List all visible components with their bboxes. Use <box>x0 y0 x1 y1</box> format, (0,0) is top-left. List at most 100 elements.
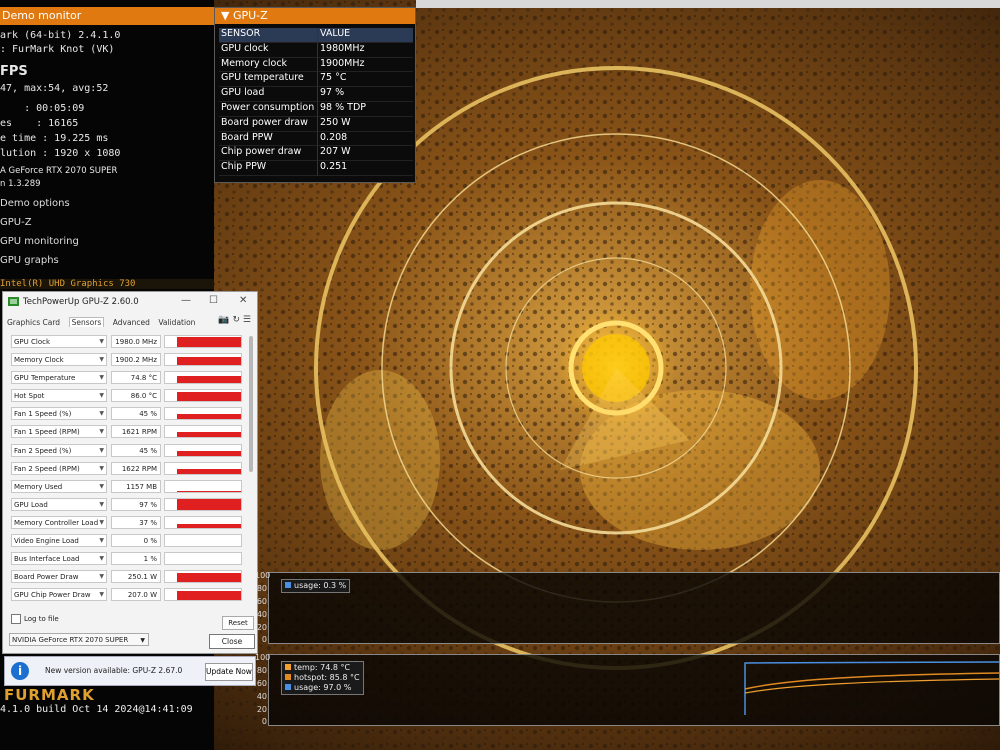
tab-advanced[interactable]: Advanced <box>113 318 150 327</box>
sensor-scrollbar[interactable] <box>249 336 253 472</box>
frame-time: e time : 19.225 ms <box>0 133 109 144</box>
tab-validation[interactable]: Validation <box>158 318 195 327</box>
app-version-line: ark (64-bit) 2.4.1.0 <box>0 30 121 41</box>
sensor-graph-fill <box>177 490 241 492</box>
sensor-row: GPU Clock ▼ 1980.0 MHz <box>11 333 247 351</box>
sensor-name: GPU Chip Power Draw <box>14 591 91 600</box>
sensor-value: 1980.0 MHz <box>111 335 161 348</box>
api-version-line: n 1.3.289 <box>0 179 41 189</box>
sensor-name-dropdown[interactable]: Fan 1 Speed (RPM) ▼ <box>11 425 107 439</box>
chevron-down-icon: ▼ <box>99 573 104 581</box>
sensor-name-dropdown[interactable]: Hot Spot ▼ <box>11 389 107 403</box>
sensor-value: 1621 RPM <box>111 425 161 439</box>
legend-swatch <box>285 674 291 680</box>
overlay-value: 0.208 <box>317 131 413 147</box>
gpuz-overlay-panel: ▼ GPU-Z SENSOR VALUE GPU clock 1980MHz Me… <box>214 7 416 183</box>
window-tool-icons: 📷 ↻ ☰ <box>218 315 251 325</box>
menu-demo-options[interactable]: Demo options <box>0 198 70 209</box>
sensor-name: Fan 2 Speed (%) <box>14 446 72 455</box>
sensor-graph <box>164 443 242 457</box>
tab-sensors[interactable]: Sensors <box>68 317 105 327</box>
sensor-name: Board Power Draw <box>14 573 79 582</box>
sensor-graph-fill <box>177 337 241 347</box>
menu-gpu-z[interactable]: GPU-Z <box>0 217 32 228</box>
chevron-down-icon: ▼ <box>99 446 104 454</box>
legend-swatch <box>285 684 291 690</box>
chevron-down-icon: ▼ <box>99 500 104 508</box>
sensor-name-dropdown[interactable]: Memory Clock ▼ <box>11 353 107 367</box>
legend-label: usage: 0.3 % <box>294 581 347 590</box>
sensor-name-dropdown[interactable]: Memory Controller Load ▼ <box>11 515 107 529</box>
sensor-graph <box>164 552 242 566</box>
sensor-graph <box>164 335 242 348</box>
sensor-name-dropdown[interactable]: Fan 2 Speed (%) ▼ <box>11 443 107 457</box>
gpuz-overlay-table: SENSOR VALUE GPU clock 1980MHz Memory clo… <box>219 28 413 176</box>
sensor-value: 86.0 °C <box>111 389 161 403</box>
legend-item: hotspot: 85.8 °C <box>285 673 360 683</box>
sensor-graph <box>164 407 242 421</box>
sensor-name-dropdown[interactable]: Memory Used ▼ <box>11 479 107 493</box>
overlay-row: GPU temperature 75 °C <box>219 72 413 88</box>
sensor-name-dropdown[interactable]: Fan 2 Speed (RPM) ▼ <box>11 461 107 475</box>
menu-gpu-graphs[interactable]: GPU graphs <box>0 255 59 266</box>
menu-gpu-monitoring[interactable]: GPU monitoring <box>0 236 79 247</box>
camera-icon[interactable]: 📷 <box>218 315 229 325</box>
chevron-down-icon: ▼ <box>99 482 104 490</box>
sensor-list: GPU Clock ▼ 1980.0 MHz Memory Clock ▼ 1900.2 … <box>11 333 247 604</box>
sensor-row: Fan 2 Speed (%) ▼ 45 % <box>11 442 247 460</box>
reset-button[interactable]: Reset <box>222 616 254 630</box>
close-window-icon[interactable]: ✕ <box>239 295 247 306</box>
update-now-button[interactable]: Update Now <box>205 663 253 681</box>
demo-monitor-title[interactable]: Demo monitor <box>0 7 214 25</box>
collapse-triangle-icon[interactable]: ▼ <box>221 9 233 22</box>
elapsed-time: : 00:05:09 <box>0 103 85 114</box>
sensor-value: 207.0 W <box>111 588 161 602</box>
sensor-name-dropdown[interactable]: Video Engine Load ▼ <box>11 534 107 548</box>
chevron-down-icon: ▼ <box>99 555 104 563</box>
overlay-sensor: Chip power draw <box>219 146 317 162</box>
window-tabs: Graphics Card Sensors Advanced Validatio… <box>7 317 201 331</box>
sensor-graph-fill <box>177 523 241 528</box>
sensor-name-dropdown[interactable]: GPU Temperature ▼ <box>11 371 107 385</box>
tab-graphics-card[interactable]: Graphics Card <box>7 318 60 327</box>
chevron-down-icon: ▼ <box>99 338 104 345</box>
overlay-row: Memory clock 1900MHz <box>219 57 413 73</box>
gpu-select-dropdown[interactable]: NVIDIA GeForce RTX 2070 SUPER ▼ <box>9 633 149 646</box>
y-tick-label: 0 <box>261 635 267 644</box>
sensor-graph-fill <box>177 376 241 384</box>
sensor-name-dropdown[interactable]: Bus Interface Load ▼ <box>11 552 107 566</box>
sensor-row: Video Engine Load ▼ 0 % <box>11 532 247 550</box>
sensor-value: 1622 RPM <box>111 461 161 475</box>
y-tick-label: 100 <box>255 653 271 662</box>
log-to-file-checkbox[interactable] <box>11 614 21 624</box>
y-tick-label: 20 <box>256 623 267 632</box>
menu-icon[interactable]: ☰ <box>243 315 251 325</box>
sensor-name-dropdown[interactable]: Fan 1 Speed (%) ▼ <box>11 407 107 421</box>
maximize-icon[interactable]: ☐ <box>209 295 218 306</box>
sensor-graph <box>164 588 242 602</box>
overlay-row: Power consumption 98 % TDP <box>219 101 413 117</box>
close-button[interactable]: Close <box>209 634 255 649</box>
overlay-sensor: Power consumption <box>219 102 317 117</box>
sensor-name-dropdown[interactable]: GPU Chip Power Draw ▼ <box>11 588 107 602</box>
window-titlebar[interactable]: TechPowerUp GPU-Z 2.60.0 — ☐ ✕ <box>3 292 257 312</box>
overlay-value: 0.251 <box>317 161 413 176</box>
chevron-down-icon: ▼ <box>99 374 104 382</box>
overlay-value: 1900MHz <box>317 57 413 73</box>
minimize-icon[interactable]: — <box>181 295 191 306</box>
gpuz-overlay-title[interactable]: ▼ GPU-Z <box>215 8 415 24</box>
sensor-name-dropdown[interactable]: GPU Clock ▼ <box>11 335 107 348</box>
gpuz-overlay-title-text: GPU-Z <box>232 9 268 22</box>
log-to-file-row[interactable]: Log to file <box>11 614 59 624</box>
sensor-name: Memory Controller Load <box>14 518 99 527</box>
overlay-row: Chip PPW 0.251 <box>219 161 413 176</box>
overlay-sensor: Chip PPW <box>219 161 317 176</box>
sensor-name-dropdown[interactable]: Board Power Draw ▼ <box>11 570 107 584</box>
sensor-name-dropdown[interactable]: GPU Load ▼ <box>11 497 107 511</box>
legend-swatch <box>285 664 291 670</box>
overlay-sensor: Board power draw <box>219 117 317 132</box>
overlay-header-row: SENSOR VALUE <box>219 28 413 43</box>
hotspot-series-line <box>744 672 999 690</box>
refresh-icon[interactable]: ↻ <box>233 315 241 325</box>
legend-item: usage: 97.0 % <box>285 683 360 693</box>
